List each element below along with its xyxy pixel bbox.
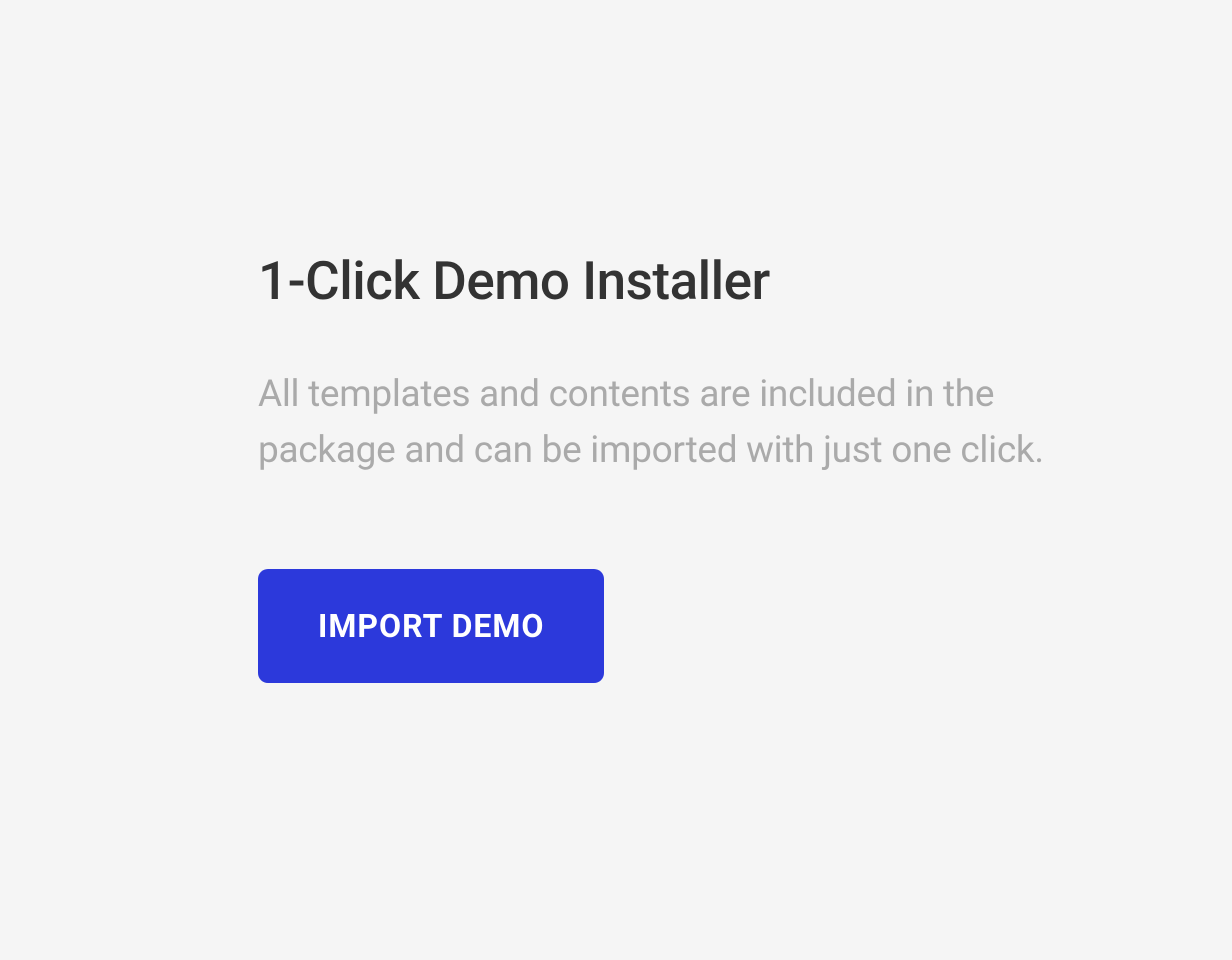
- import-demo-button[interactable]: IMPORT DEMO: [258, 569, 604, 683]
- page-heading: 1-Click Demo Installer: [258, 250, 1058, 312]
- page-description: All templates and contents are included …: [258, 367, 1058, 479]
- content-container: 1-Click Demo Installer All templates and…: [258, 250, 1058, 683]
